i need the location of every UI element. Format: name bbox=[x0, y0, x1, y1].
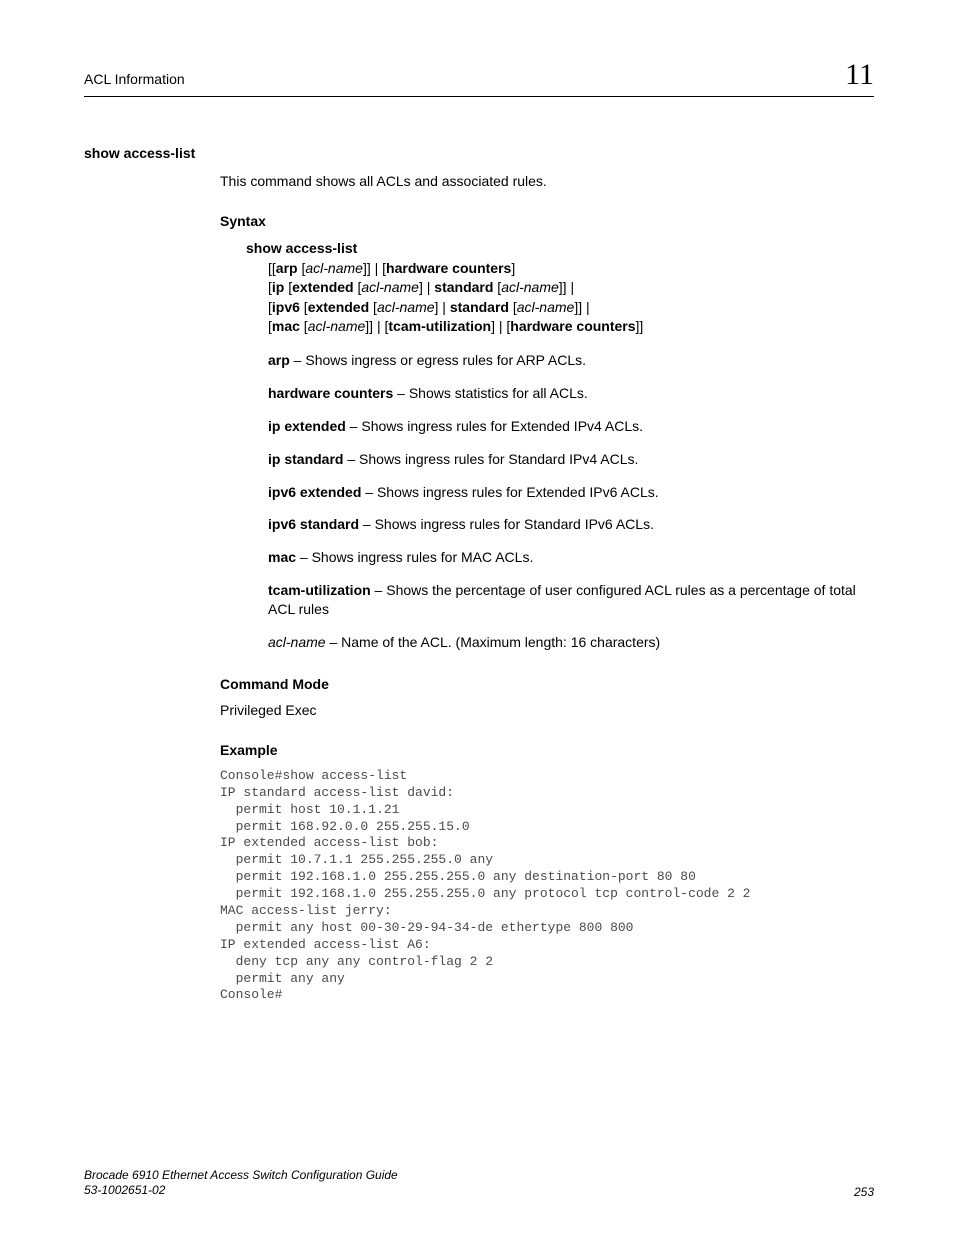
param-ip-standard: ip standard – Shows ingress rules for St… bbox=[268, 450, 874, 469]
param-ip-extended: ip extended – Shows ingress rules for Ex… bbox=[268, 417, 874, 436]
param-arp: arp – Shows ingress or egress rules for … bbox=[268, 351, 874, 370]
parameter-list: arp – Shows ingress or egress rules for … bbox=[268, 351, 874, 652]
syntax-line-1: [[arp [acl-name]] | [hardware counters] bbox=[268, 259, 874, 279]
syntax-line-2: [ip [extended [acl-name] | standard [acl… bbox=[268, 278, 874, 298]
command-mode-text: Privileged Exec bbox=[220, 702, 874, 718]
syntax-line-3: [ipv6 [extended [acl-name] | standard [a… bbox=[268, 298, 874, 318]
command-mode-heading: Command Mode bbox=[220, 676, 874, 692]
param-ipv6-standard: ipv6 standard – Shows ingress rules for … bbox=[268, 515, 874, 534]
footer-doc-number: 53-1002651-02 bbox=[84, 1183, 398, 1199]
page-container: ACL Information 11 show access-list This… bbox=[0, 0, 954, 1235]
param-tcam-utilization: tcam-utilization – Shows the percentage … bbox=[268, 581, 874, 619]
body-content: This command shows all ACLs and associat… bbox=[220, 173, 874, 1004]
param-ipv6-extended: ipv6 extended – Shows ingress rules for … bbox=[268, 483, 874, 502]
example-heading: Example bbox=[220, 742, 874, 758]
footer-left: Brocade 6910 Ethernet Access Switch Conf… bbox=[84, 1168, 398, 1199]
page-header: ACL Information 11 bbox=[84, 58, 874, 97]
page-footer: Brocade 6910 Ethernet Access Switch Conf… bbox=[84, 1168, 874, 1199]
syntax-line-4: [mac [acl-name]] | [tcam-utilization] | … bbox=[268, 317, 874, 337]
example-output: Console#show access-list IP standard acc… bbox=[220, 768, 874, 1004]
header-title: ACL Information bbox=[84, 71, 185, 87]
command-name-heading: show access-list bbox=[84, 145, 874, 161]
param-hardware-counters: hardware counters – Shows statistics for… bbox=[268, 384, 874, 403]
syntax-block: show access-list [[arp [acl-name]] | [ha… bbox=[246, 239, 874, 337]
syntax-cmd: show access-list bbox=[246, 239, 874, 259]
param-mac: mac – Shows ingress rules for MAC ACLs. bbox=[268, 548, 874, 567]
footer-page-number: 253 bbox=[854, 1185, 874, 1199]
footer-book-title: Brocade 6910 Ethernet Access Switch Conf… bbox=[84, 1168, 398, 1184]
chapter-number: 11 bbox=[845, 58, 874, 92]
syntax-heading: Syntax bbox=[220, 213, 874, 229]
command-intro: This command shows all ACLs and associat… bbox=[220, 173, 874, 189]
param-acl-name: acl-name – Name of the ACL. (Maximum len… bbox=[268, 633, 874, 652]
